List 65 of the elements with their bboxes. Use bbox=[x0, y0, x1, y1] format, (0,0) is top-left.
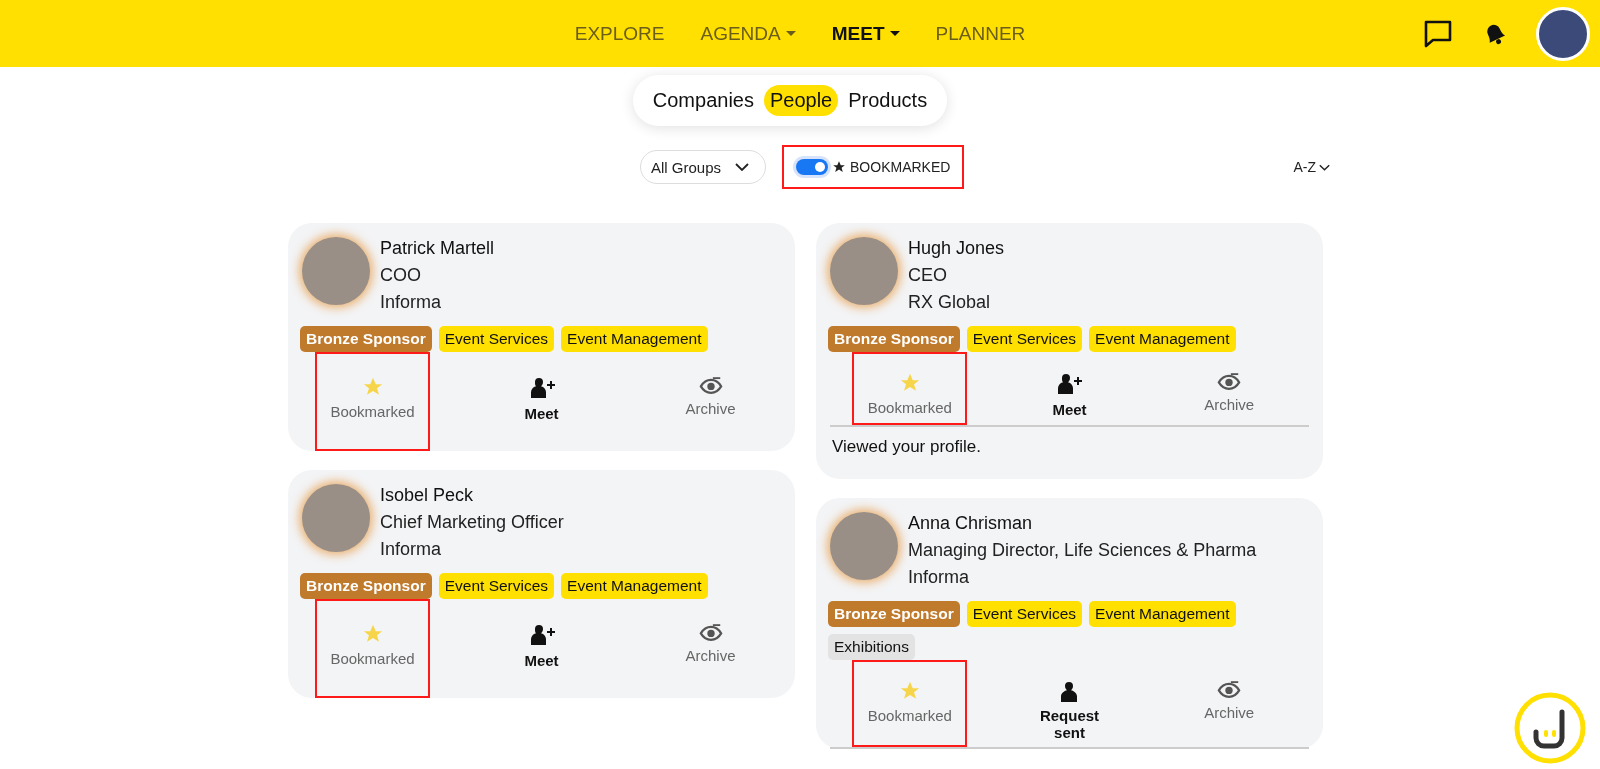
person-name: Hugh Jones bbox=[908, 237, 1005, 260]
tag: Event Services bbox=[438, 326, 555, 352]
tag: Event Services bbox=[966, 601, 1083, 627]
tag: Event Services bbox=[438, 573, 555, 599]
person-name: Isobel Peck bbox=[380, 484, 475, 507]
person-name: Patrick Martell bbox=[380, 237, 495, 260]
help-assistant-icon[interactable] bbox=[1514, 692, 1586, 764]
add-person-icon bbox=[528, 623, 555, 647]
add-person-icon bbox=[1056, 372, 1083, 396]
chevron-down-icon bbox=[1319, 163, 1330, 171]
segment-tab[interactable]: Products bbox=[842, 85, 934, 116]
bookmark-button[interactable]: Bookmarked bbox=[315, 599, 430, 698]
segment-tab[interactable]: Companies bbox=[646, 85, 760, 116]
eye-icon bbox=[698, 623, 723, 642]
user-avatar[interactable] bbox=[1536, 6, 1590, 61]
company-name: RX Global bbox=[908, 291, 992, 314]
tag: Event Services bbox=[966, 326, 1083, 352]
job-title: CEO bbox=[908, 264, 948, 287]
meet-button[interactable]: Meet bbox=[1012, 352, 1127, 425]
archive-button[interactable]: Archive bbox=[653, 599, 768, 698]
tag: Event Management bbox=[561, 573, 708, 599]
bookmark-button[interactable]: Bookmarked bbox=[852, 352, 968, 425]
tag: Event Management bbox=[561, 326, 708, 352]
company-name: Informa bbox=[380, 538, 443, 561]
bookmark-button[interactable]: Bookmarked bbox=[315, 352, 430, 451]
nav-link[interactable]: EXPLORE bbox=[574, 22, 665, 45]
bookmark-button[interactable]: Bookmarked bbox=[852, 660, 968, 747]
group-dropdown[interactable]: All Groups bbox=[640, 150, 767, 184]
job-title: Managing Director, Life Sciences & Pharma bbox=[908, 539, 1257, 562]
tag: Event Management bbox=[1089, 326, 1236, 352]
person-name: Anna Chrisman bbox=[908, 512, 1034, 535]
avatar-photo-placeholder bbox=[830, 237, 898, 305]
tag: Bronze Sponsor bbox=[300, 573, 432, 599]
chevron-down-icon bbox=[735, 163, 750, 171]
segment-tab[interactable]: People bbox=[763, 85, 839, 116]
bookmarked-toggle[interactable] bbox=[796, 159, 829, 175]
tag: Bronze Sponsor bbox=[828, 326, 960, 352]
sort-dropdown[interactable]: A-Z bbox=[1287, 158, 1336, 176]
company-name: Informa bbox=[380, 291, 443, 314]
request-button[interactable]: Request sent bbox=[1012, 660, 1127, 747]
job-title: Chief Marketing Officer bbox=[380, 511, 564, 534]
eye-icon bbox=[1217, 680, 1242, 699]
archive-button[interactable]: Archive bbox=[1171, 352, 1287, 425]
archive-button[interactable]: Archive bbox=[653, 352, 768, 451]
eye-icon bbox=[1217, 372, 1242, 391]
eye-icon bbox=[698, 376, 723, 395]
star-icon bbox=[832, 160, 847, 174]
tag: Bronze Sponsor bbox=[300, 326, 432, 352]
nav-link[interactable]: MEET bbox=[831, 22, 900, 45]
avatar-photo-placeholder bbox=[302, 237, 370, 305]
archive-button[interactable]: Archive bbox=[1171, 660, 1287, 747]
tag: Event Management bbox=[1089, 601, 1236, 627]
activity-note: Viewed your profile. bbox=[831, 436, 982, 458]
tag: Exhibitions bbox=[828, 634, 915, 660]
add-person-icon bbox=[528, 376, 555, 400]
avatar-photo-placeholder bbox=[830, 512, 898, 580]
avatar-photo-placeholder bbox=[302, 484, 370, 552]
bookmarked-label: BOOKMARKED bbox=[850, 159, 951, 175]
company-name: Informa bbox=[908, 566, 971, 589]
tag: Bronze Sponsor bbox=[828, 601, 960, 627]
job-title: COO bbox=[380, 264, 422, 287]
nav-link[interactable]: AGENDA bbox=[700, 22, 796, 45]
meet-button[interactable]: Meet bbox=[484, 599, 599, 698]
meet-button[interactable]: Meet bbox=[484, 352, 599, 451]
nav-link[interactable]: PLANNER bbox=[935, 22, 1026, 45]
